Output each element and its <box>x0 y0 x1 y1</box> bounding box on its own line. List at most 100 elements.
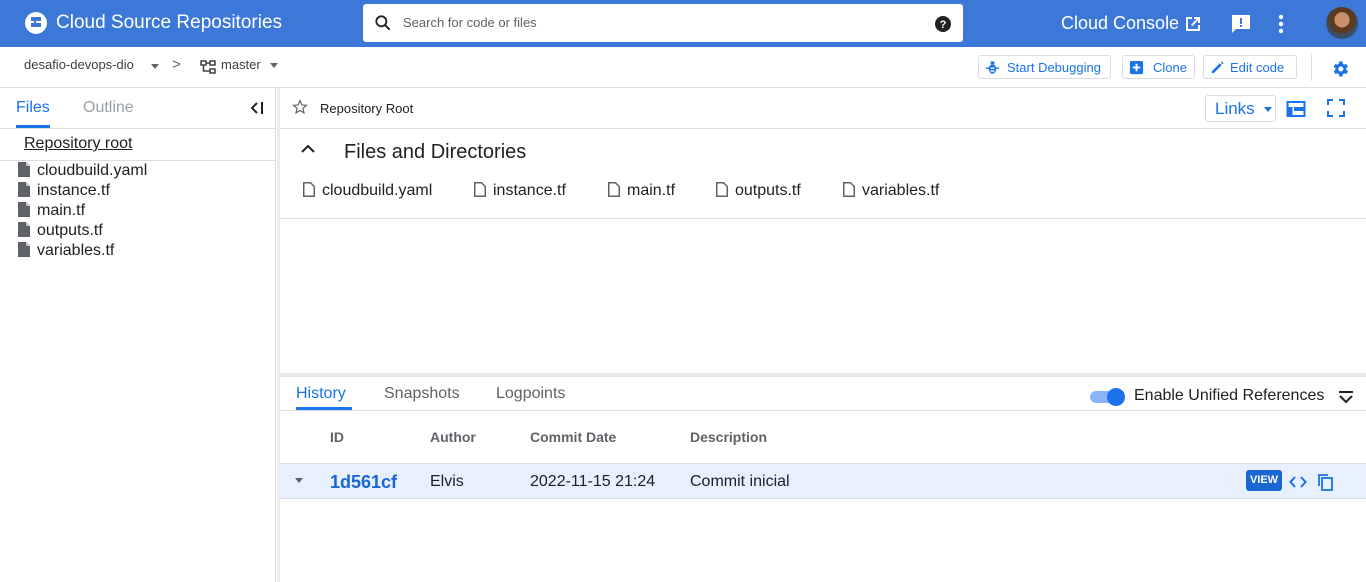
search-box[interactable]: Search for code or files ? <box>363 4 963 42</box>
tab-outline[interactable]: Outline <box>83 99 134 117</box>
layout-icon[interactable] <box>1286 99 1306 119</box>
expand-panel-icon[interactable] <box>1338 390 1354 404</box>
column-header: ID <box>330 429 344 445</box>
file-name: variables.tf <box>862 182 940 199</box>
commit-description: Commit inicial <box>690 473 790 490</box>
column-header: Commit Date <box>530 429 617 445</box>
copy-icon[interactable] <box>1317 473 1334 491</box>
edit-code-button[interactable]: Edit code <box>1203 55 1297 79</box>
clone-label: Clone <box>1153 60 1187 75</box>
directory-file[interactable]: cloudbuild.yaml <box>303 182 432 200</box>
file-name: outputs.tf <box>37 222 103 239</box>
tab-logpoints[interactable]: Logpoints <box>496 385 565 403</box>
unified-references-toggle[interactable] <box>1090 388 1126 406</box>
bug-icon <box>985 61 1000 74</box>
file-icon <box>474 182 486 197</box>
repo-selector[interactable]: desafio-devops-dio <box>24 57 134 72</box>
file-name: cloudbuild.yaml <box>37 162 148 179</box>
file-icon <box>303 182 315 197</box>
file-name: main.tf <box>627 182 676 199</box>
list-item[interactable]: outputs.tf <box>18 222 147 242</box>
repository-root-link[interactable]: Repository root <box>24 135 133 153</box>
divider <box>0 128 276 129</box>
file-icon <box>18 242 30 257</box>
list-item[interactable]: cloudbuild.yaml <box>18 162 147 182</box>
directory-file[interactable]: variables.tf <box>843 182 939 200</box>
avatar[interactable] <box>1326 7 1358 39</box>
branch-selector[interactable]: master <box>221 57 261 72</box>
help-icon[interactable]: ? <box>935 16 951 32</box>
divider <box>280 410 1366 411</box>
file-sidebar: Files Outline Repository root cloudbuild… <box>0 88 276 582</box>
svg-text:?: ? <box>940 19 947 31</box>
commit-date: 2022-11-15 21:24 <box>530 473 656 490</box>
chevron-down-icon <box>1264 107 1272 112</box>
file-tree: cloudbuild.yaml instance.tf main.tf outp… <box>18 162 147 262</box>
file-icon <box>18 182 30 197</box>
divider <box>280 218 1366 219</box>
star-icon[interactable] <box>292 99 308 115</box>
chevron-down-icon[interactable] <box>151 64 159 69</box>
tab-files[interactable]: Files <box>16 99 50 117</box>
list-item[interactable]: instance.tf <box>18 182 147 202</box>
file-name: variables.tf <box>37 242 115 259</box>
search-icon <box>375 15 391 31</box>
file-name: instance.tf <box>493 182 566 199</box>
chevron-down-icon[interactable] <box>295 478 303 483</box>
edit-code-label: Edit code <box>1230 60 1285 75</box>
app-title[interactable]: Cloud Source Repositories <box>56 12 282 34</box>
commit-author: Elvis <box>430 473 464 490</box>
cloud-console-link[interactable]: Cloud Console <box>1061 13 1179 34</box>
logo-icon[interactable] <box>24 11 48 35</box>
pencil-icon <box>1211 61 1224 74</box>
view-button[interactable]: VIEW <box>1246 470 1282 491</box>
commit-id-link[interactable]: 1d561cf <box>330 472 397 493</box>
section-title: Files and Directories <box>344 141 527 163</box>
tab-snapshots[interactable]: Snapshots <box>384 385 460 403</box>
branch-icon <box>200 60 216 74</box>
panel-resize-handle[interactable] <box>277 88 280 582</box>
breadcrumb-separator: > <box>172 56 181 73</box>
divider <box>0 160 276 161</box>
panel-resize-handle[interactable] <box>280 373 1366 377</box>
file-icon <box>608 182 620 197</box>
file-name: instance.tf <box>37 182 110 199</box>
add-box-icon <box>1129 60 1144 75</box>
file-name: outputs.tf <box>735 182 801 199</box>
directory-file[interactable]: instance.tf <box>474 182 566 200</box>
directory-file[interactable]: outputs.tf <box>716 182 801 200</box>
directory-file[interactable]: main.tf <box>608 182 675 200</box>
file-icon <box>716 182 728 197</box>
external-link-icon[interactable] <box>1183 14 1203 34</box>
search-input[interactable]: Search for code or files <box>403 15 537 30</box>
links-dropdown[interactable]: Links <box>1205 95 1276 122</box>
start-debugging-button[interactable]: Start Debugging <box>978 55 1111 79</box>
file-icon <box>18 162 30 177</box>
table-row[interactable]: 1d561cf Elvis 2022-11-15 21:24 Commit in… <box>280 463 1366 499</box>
fullscreen-icon[interactable] <box>1327 99 1345 117</box>
toggle-label: Enable Unified References <box>1134 387 1325 404</box>
file-icon <box>18 222 30 237</box>
tab-history[interactable]: History <box>296 385 346 403</box>
file-name: main.tf <box>37 202 86 219</box>
more-vert-icon[interactable] <box>1272 13 1290 35</box>
toggle-thumb <box>1107 388 1125 406</box>
file-icon <box>18 202 30 217</box>
chevron-up-icon[interactable] <box>300 142 316 154</box>
start-debugging-label: Start Debugging <box>1007 60 1101 75</box>
collapse-panel-icon[interactable] <box>248 100 266 116</box>
file-name: cloudbuild.yaml <box>322 182 433 199</box>
page-title: Repository Root <box>320 101 414 116</box>
list-item[interactable]: main.tf <box>18 202 147 222</box>
code-icon[interactable] <box>1289 474 1307 490</box>
main-header: Repository Root Links <box>280 88 1366 129</box>
top-bar: Cloud Source Repositories Search for cod… <box>0 0 1366 47</box>
chevron-down-icon[interactable] <box>270 63 278 68</box>
column-header: Description <box>690 429 768 445</box>
clone-button[interactable]: Clone <box>1122 55 1195 79</box>
gear-icon[interactable] <box>1330 59 1350 79</box>
feedback-icon[interactable] <box>1230 13 1252 35</box>
divider <box>1311 53 1312 81</box>
list-item[interactable]: variables.tf <box>18 242 147 262</box>
links-label: Links <box>1215 99 1255 118</box>
